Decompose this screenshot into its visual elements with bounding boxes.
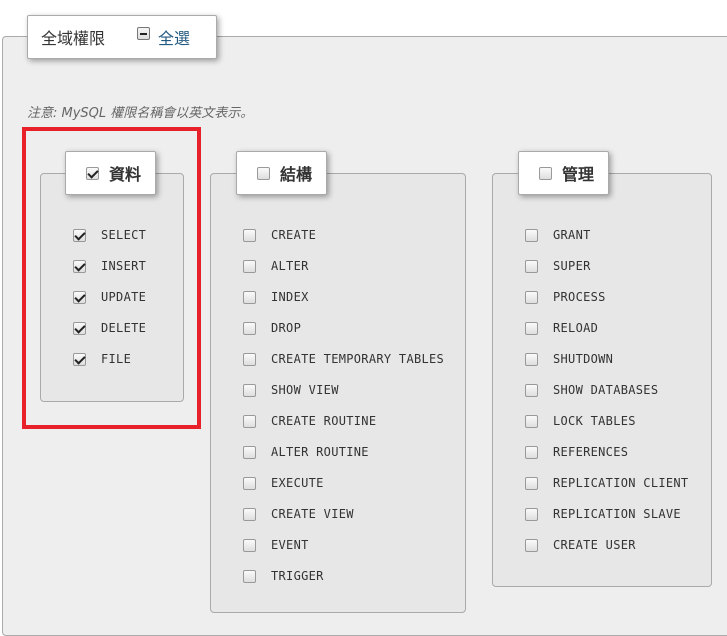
privilege-replication-slave[interactable]: REPLICATION SLAVE [525, 507, 681, 521]
privilege-label[interactable]: PROCESS [553, 290, 606, 304]
privilege-label[interactable]: SUPER [553, 259, 591, 273]
privilege-alter-routine[interactable]: ALTER ROUTINE [243, 445, 369, 459]
privilege-insert[interactable]: INSERT [73, 259, 146, 273]
privilege-label[interactable]: RELOAD [553, 321, 598, 335]
group-structure-legend: 結構 [236, 151, 328, 195]
privilege-checkbox[interactable] [243, 290, 256, 304]
privilege-checkbox[interactable] [73, 352, 86, 366]
privilege-process[interactable]: PROCESS [525, 290, 606, 304]
privilege-name-note: 注意: MySQL 權限名稱會以英文表示。 [27, 106, 254, 121]
global-privileges-legend: 全域權限 全選 [27, 15, 217, 59]
privilege-drop[interactable]: DROP [243, 321, 301, 335]
group-admin-legend: 管理 [518, 151, 610, 195]
group-admin-title: 管理 [562, 165, 595, 184]
privilege-checkbox[interactable] [525, 321, 538, 335]
privilege-checkbox[interactable] [525, 414, 538, 428]
privilege-checkbox[interactable] [243, 414, 256, 428]
privilege-label[interactable]: CREATE VIEW [271, 507, 354, 521]
privilege-create-user[interactable]: CREATE USER [525, 538, 636, 552]
privilege-create-temporary-tables[interactable]: CREATE TEMPORARY TABLES [243, 352, 444, 366]
group-admin-checkbox[interactable] [539, 166, 552, 180]
privilege-create-view[interactable]: CREATE VIEW [243, 507, 354, 521]
privilege-label[interactable]: EVENT [271, 538, 309, 552]
privilege-update[interactable]: UPDATE [73, 290, 146, 304]
privilege-label[interactable]: SHOW DATABASES [553, 383, 658, 397]
privilege-label[interactable]: GRANT [553, 228, 591, 242]
privilege-label[interactable]: TRIGGER [271, 569, 324, 583]
privilege-checkbox[interactable] [243, 507, 256, 521]
privilege-label[interactable]: SHOW VIEW [271, 383, 339, 397]
privilege-label[interactable]: CREATE USER [553, 538, 636, 552]
privilege-index[interactable]: INDEX [243, 290, 309, 304]
privilege-checkbox[interactable] [525, 259, 538, 273]
privilege-show-view[interactable]: SHOW VIEW [243, 383, 339, 397]
privilege-create-routine[interactable]: CREATE ROUTINE [243, 414, 376, 428]
privilege-references[interactable]: REFERENCES [525, 445, 628, 459]
privilege-label[interactable]: LOCK TABLES [553, 414, 636, 428]
privilege-execute[interactable]: EXECUTE [243, 476, 324, 490]
privilege-label[interactable]: DELETE [101, 321, 146, 335]
privilege-show-databases[interactable]: SHOW DATABASES [525, 383, 658, 397]
privilege-alter[interactable]: ALTER [243, 259, 309, 273]
privilege-checkbox[interactable] [243, 352, 256, 366]
privilege-checkbox[interactable] [243, 383, 256, 397]
privilege-shutdown[interactable]: SHUTDOWN [525, 352, 613, 366]
group-structure-title: 結構 [280, 165, 313, 184]
privilege-checkbox[interactable] [525, 507, 538, 521]
privilege-checkbox[interactable] [525, 228, 538, 242]
privilege-trigger[interactable]: TRIGGER [243, 569, 324, 583]
privilege-super[interactable]: SUPER [525, 259, 591, 273]
privilege-select[interactable]: SELECT [73, 228, 146, 242]
privilege-checkbox[interactable] [243, 228, 256, 242]
privilege-checkbox[interactable] [73, 321, 86, 335]
privilege-checkbox[interactable] [243, 569, 256, 583]
global-privileges-title: 全域權限 [41, 29, 106, 48]
privilege-label[interactable]: SHUTDOWN [553, 352, 613, 366]
privilege-checkbox[interactable] [525, 476, 538, 490]
privilege-checkbox[interactable] [243, 538, 256, 552]
privilege-checkbox[interactable] [525, 290, 538, 304]
privilege-checkbox[interactable] [525, 538, 538, 552]
group-structure-checkbox[interactable] [257, 166, 270, 180]
privilege-checkbox[interactable] [525, 445, 538, 459]
privilege-checkbox[interactable] [243, 445, 256, 459]
privilege-label[interactable]: REPLICATION SLAVE [553, 507, 681, 521]
privilege-event[interactable]: EVENT [243, 538, 309, 552]
privilege-label[interactable]: REPLICATION CLIENT [553, 476, 688, 490]
privilege-reload[interactable]: RELOAD [525, 321, 598, 335]
privilege-label[interactable]: ALTER [271, 259, 309, 273]
privilege-label[interactable]: ALTER ROUTINE [271, 445, 369, 459]
privilege-checkbox[interactable] [243, 259, 256, 273]
select-all-checkbox[interactable] [137, 26, 151, 40]
privilege-checkbox[interactable] [525, 383, 538, 397]
privilege-file[interactable]: FILE [73, 352, 131, 366]
privilege-create[interactable]: CREATE [243, 228, 316, 242]
privilege-label[interactable]: INSERT [101, 259, 146, 273]
highlight-box [22, 127, 201, 429]
privilege-grant[interactable]: GRANT [525, 228, 591, 242]
privilege-checkbox[interactable] [73, 290, 86, 304]
privilege-label[interactable]: DROP [271, 321, 301, 335]
privilege-label[interactable]: INDEX [271, 290, 309, 304]
privilege-delete[interactable]: DELETE [73, 321, 146, 335]
privilege-checkbox[interactable] [243, 476, 256, 490]
privilege-checkbox[interactable] [73, 228, 86, 242]
privilege-label[interactable]: CREATE [271, 228, 316, 242]
privilege-label[interactable]: SELECT [101, 228, 146, 242]
privilege-lock-tables[interactable]: LOCK TABLES [525, 414, 636, 428]
privilege-label[interactable]: UPDATE [101, 290, 146, 304]
privilege-replication-client[interactable]: REPLICATION CLIENT [525, 476, 688, 490]
privilege-label[interactable]: REFERENCES [553, 445, 628, 459]
privilege-label[interactable]: CREATE ROUTINE [271, 414, 376, 428]
privilege-label[interactable]: FILE [101, 352, 131, 366]
privilege-label[interactable]: EXECUTE [271, 476, 324, 490]
privilege-checkbox[interactable] [243, 321, 256, 335]
privilege-checkbox[interactable] [73, 259, 86, 273]
privilege-label[interactable]: CREATE TEMPORARY TABLES [271, 352, 444, 366]
privilege-checkbox[interactable] [525, 352, 538, 366]
select-all-link[interactable]: 全選 [158, 25, 190, 49]
